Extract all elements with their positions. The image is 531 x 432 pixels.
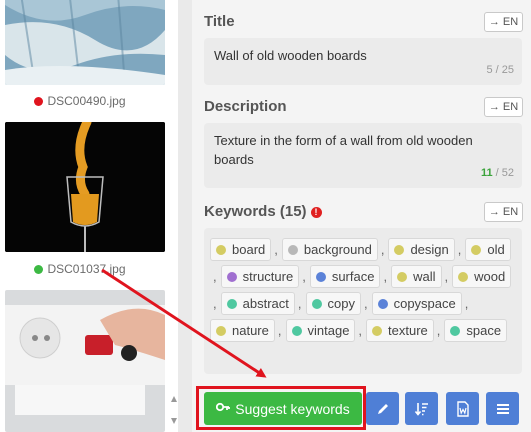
annotation-arrow bbox=[101, 268, 267, 378]
app-window: DSC00490.jpg DSC01037.jpg Title → EN Wal… bbox=[0, 0, 531, 432]
